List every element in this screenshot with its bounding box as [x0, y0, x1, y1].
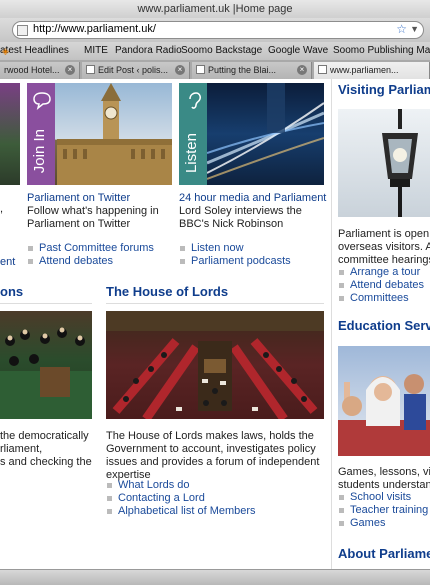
- link-past-committee-forums[interactable]: Past Committee forums: [27, 242, 154, 255]
- listen-stripe: Listen: [179, 83, 207, 185]
- visiting-desc-2: overseas visitors. A: [338, 241, 430, 253]
- big-ben-illustration: [57, 83, 172, 185]
- ear-icon: [189, 92, 201, 109]
- education-heading[interactable]: Education Serv: [338, 318, 430, 333]
- commons-desc-2: rliament,: [0, 443, 43, 455]
- visiting-links: Arrange a tour Attend debates Committees: [338, 266, 424, 305]
- close-tab-icon[interactable]: ×: [175, 65, 185, 75]
- commons-desc-1: the democratically: [0, 430, 89, 442]
- listen-links: Listen now Parliament podcasts: [179, 242, 291, 268]
- about-heading[interactable]: About Parliame: [338, 546, 430, 561]
- students-illustration: [338, 374, 430, 456]
- twitter-link[interactable]: Parliament on Twitter: [27, 192, 130, 204]
- visiting-desc-1: Parliament is open t: [338, 228, 430, 240]
- link-attend-debates-left[interactable]: Attend debates: [27, 255, 154, 268]
- bookmark-mite[interactable]: MITE: [84, 42, 108, 60]
- link-attend-debates[interactable]: Attend debates: [338, 279, 424, 292]
- commons-rule: [0, 303, 92, 304]
- tab-favicon-icon: [196, 65, 205, 74]
- address-bar[interactable]: http://www.parliament.uk/ ☆ ▼: [12, 21, 424, 39]
- bookmark-soomo-backstage[interactable]: Soomo Backstage: [181, 42, 262, 60]
- lords-links: What Lords do Contacting a Lord Alphabet…: [106, 479, 256, 518]
- tab-edit-post[interactable]: Edit Post ‹ polis... ×: [82, 62, 190, 79]
- history-dropdown-icon[interactable]: ▼: [410, 24, 419, 34]
- tab-favicon-icon: [318, 65, 327, 74]
- toolbar: http://www.parliament.uk/ ☆ ▼: [0, 18, 430, 42]
- education-desc-1: Games, lessons, vid: [338, 466, 430, 478]
- education-links: School visits Teacher training Games: [338, 491, 428, 530]
- street-lamp-illustration: [382, 109, 418, 217]
- bookmark-soomo-mail[interactable]: Soomo Publishing Mail: [333, 42, 430, 60]
- light-trails-illustration: [207, 83, 324, 180]
- commons-desc-3: s and checking the: [0, 456, 92, 468]
- page-content: Join In Listen Visiting Parliam , ent Pa…: [0, 79, 430, 569]
- site-favicon-icon: [17, 25, 28, 36]
- link-parliament-podcasts[interactable]: Parliament podcasts: [179, 255, 291, 268]
- bookmark-google-wave[interactable]: Google Wave: [268, 42, 328, 60]
- link-listen-now[interactable]: Listen now: [179, 242, 291, 255]
- commons-chamber-image[interactable]: [0, 311, 92, 419]
- join-in-label: Join In: [31, 128, 48, 173]
- tab-putting-blair[interactable]: Putting the Blai... ×: [192, 62, 312, 79]
- close-tab-icon[interactable]: ×: [65, 65, 75, 75]
- partial-text-1: ,: [0, 203, 4, 215]
- speech-bubble-icon: [33, 92, 51, 110]
- join-in-promo-image[interactable]: Join In: [27, 83, 172, 185]
- status-bar: [0, 569, 430, 585]
- rss-icon: ◈: [2, 46, 9, 56]
- join-links: Past Committee forums Attend debates: [27, 242, 154, 268]
- link-alphabetical-members[interactable]: Alphabetical list of Members: [106, 505, 256, 518]
- partial-promo-image[interactable]: [0, 83, 20, 185]
- lamp-image[interactable]: [338, 109, 430, 217]
- link-arrange-tour[interactable]: Arrange a tour: [338, 266, 424, 279]
- close-tab-icon[interactable]: ×: [297, 65, 307, 75]
- lords-chamber-illustration: [106, 311, 324, 419]
- url-text[interactable]: http://www.parliament.uk/: [33, 23, 156, 35]
- tab-parliament[interactable]: www.parliamen...: [314, 62, 430, 79]
- bookmark-star-icon[interactable]: ☆: [396, 22, 407, 36]
- window-title: www.parliament.uk |Home page: [0, 0, 430, 18]
- partial-link-ent[interactable]: ent: [0, 256, 15, 268]
- lords-heading[interactable]: The House of Lords: [106, 284, 228, 299]
- link-committees[interactable]: Committees: [338, 292, 424, 305]
- tab-hotel[interactable]: rwood Hotel... ×: [0, 62, 80, 79]
- education-image[interactable]: [338, 346, 430, 456]
- link-contacting-lord[interactable]: Contacting a Lord: [106, 492, 256, 505]
- link-teacher-training[interactable]: Teacher training: [338, 504, 428, 517]
- listen-promo-image[interactable]: Listen: [179, 83, 324, 185]
- link-what-lords-do[interactable]: What Lords do: [106, 479, 256, 492]
- visiting-heading[interactable]: Visiting Parliam: [338, 82, 430, 97]
- lords-desc: The House of Lords makes laws, holds the…: [106, 430, 320, 481]
- media-link[interactable]: 24 hour media and Parliament: [179, 192, 326, 204]
- join-in-stripe: Join In: [27, 83, 55, 185]
- tab-strip: rwood Hotel... × Edit Post ‹ polis... × …: [0, 60, 430, 79]
- lords-rule: [106, 303, 324, 304]
- lords-chamber-image[interactable]: [106, 311, 324, 419]
- bookmarks-bar: atest Headlines ◈ MITE Pandora Radio Soom…: [0, 42, 430, 60]
- commons-heading[interactable]: ons: [0, 284, 23, 299]
- tab-favicon-icon: [86, 65, 95, 74]
- link-school-visits[interactable]: School visits: [338, 491, 428, 504]
- bookmark-pandora[interactable]: Pandora Radio: [115, 42, 182, 60]
- link-games[interactable]: Games: [338, 517, 428, 530]
- column-divider: [331, 79, 332, 569]
- listen-label: Listen: [183, 132, 200, 173]
- commons-chamber-illustration: [0, 327, 92, 419]
- twitter-desc: Follow what's happening in Parliament on…: [27, 205, 159, 230]
- media-desc: Lord Soley interviews the BBC's Nick Rob…: [179, 205, 302, 230]
